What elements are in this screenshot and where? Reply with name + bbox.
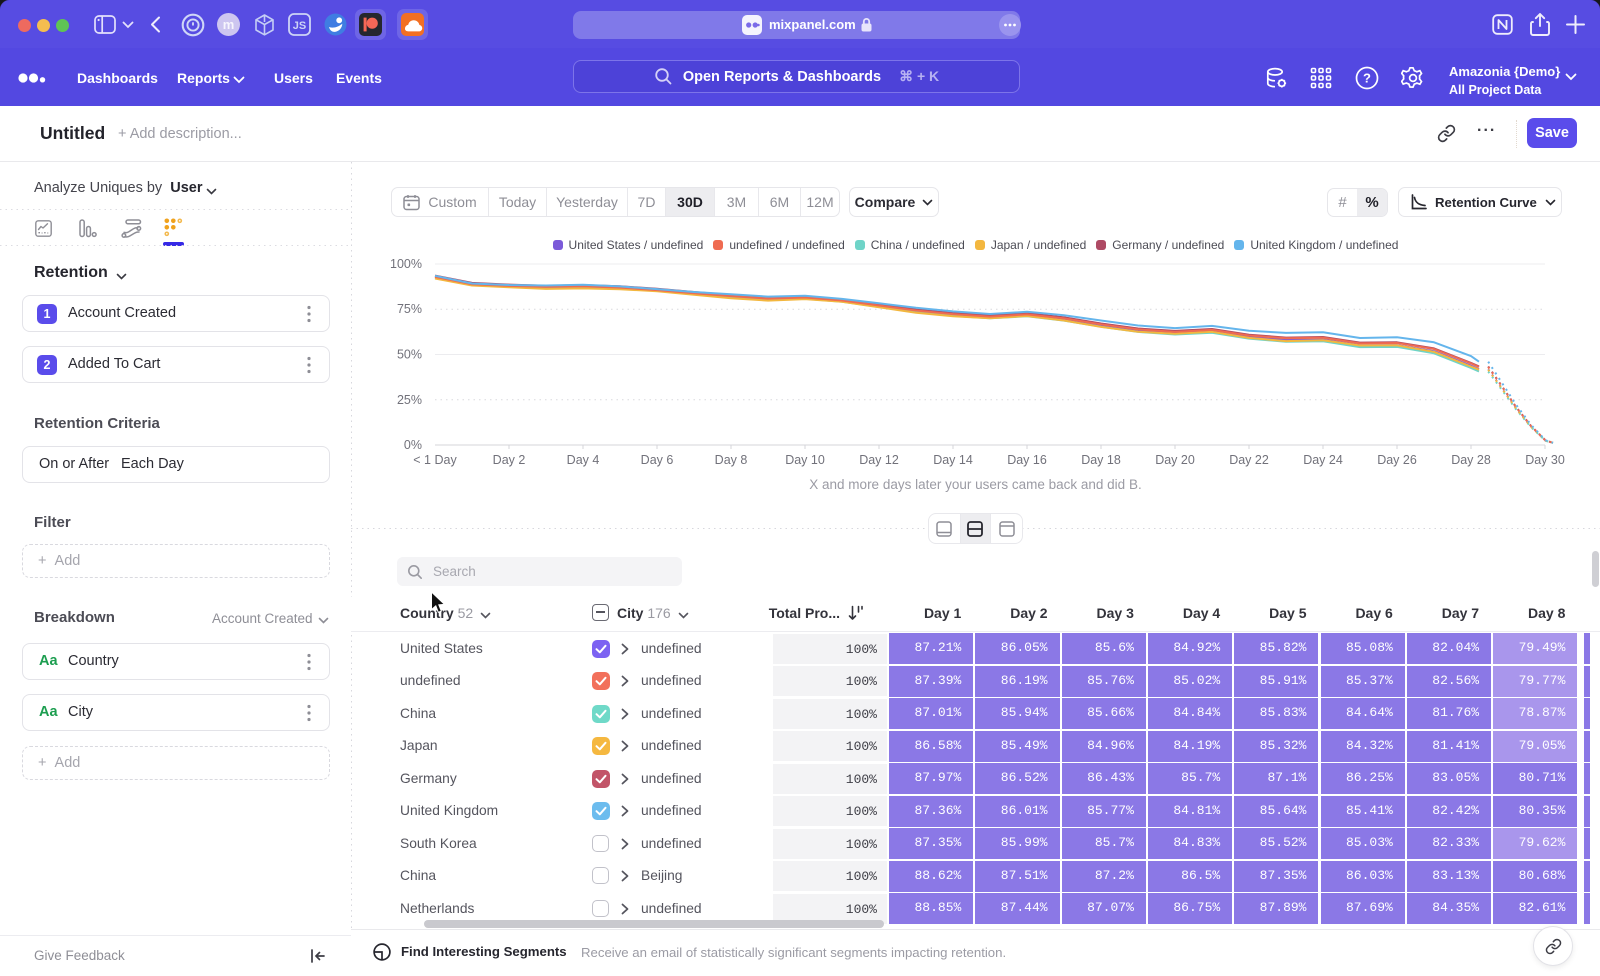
svg-text:Day 20: Day 20 bbox=[1155, 453, 1195, 467]
svg-text:?: ? bbox=[1363, 71, 1371, 86]
svg-text:JS: JS bbox=[293, 20, 306, 32]
svg-text:Day 24: Day 24 bbox=[1303, 453, 1343, 467]
svg-text:0%: 0% bbox=[404, 438, 422, 452]
svg-text:75%: 75% bbox=[397, 302, 422, 316]
svg-text:Day 2: Day 2 bbox=[493, 453, 526, 467]
svg-text:Day 28: Day 28 bbox=[1451, 453, 1491, 467]
svg-text:50%: 50% bbox=[397, 348, 422, 362]
svg-text:Day 12: Day 12 bbox=[859, 453, 899, 467]
svg-text:Day 22: Day 22 bbox=[1229, 453, 1269, 467]
svg-text:Day 4: Day 4 bbox=[567, 453, 600, 467]
svg-text:Day 10: Day 10 bbox=[785, 453, 825, 467]
svg-text:Day 26: Day 26 bbox=[1377, 453, 1417, 467]
svg-text:Day 6: Day 6 bbox=[641, 453, 674, 467]
svg-text:Day 14: Day 14 bbox=[933, 453, 973, 467]
svg-text:25%: 25% bbox=[397, 393, 422, 407]
svg-text:< 1 Day: < 1 Day bbox=[413, 453, 457, 467]
svg-text:Day 18: Day 18 bbox=[1081, 453, 1121, 467]
svg-text:Day 8: Day 8 bbox=[715, 453, 748, 467]
svg-text:Day 30: Day 30 bbox=[1525, 453, 1565, 467]
svg-text:Day 16: Day 16 bbox=[1007, 453, 1047, 467]
svg-text:100%: 100% bbox=[390, 257, 422, 271]
